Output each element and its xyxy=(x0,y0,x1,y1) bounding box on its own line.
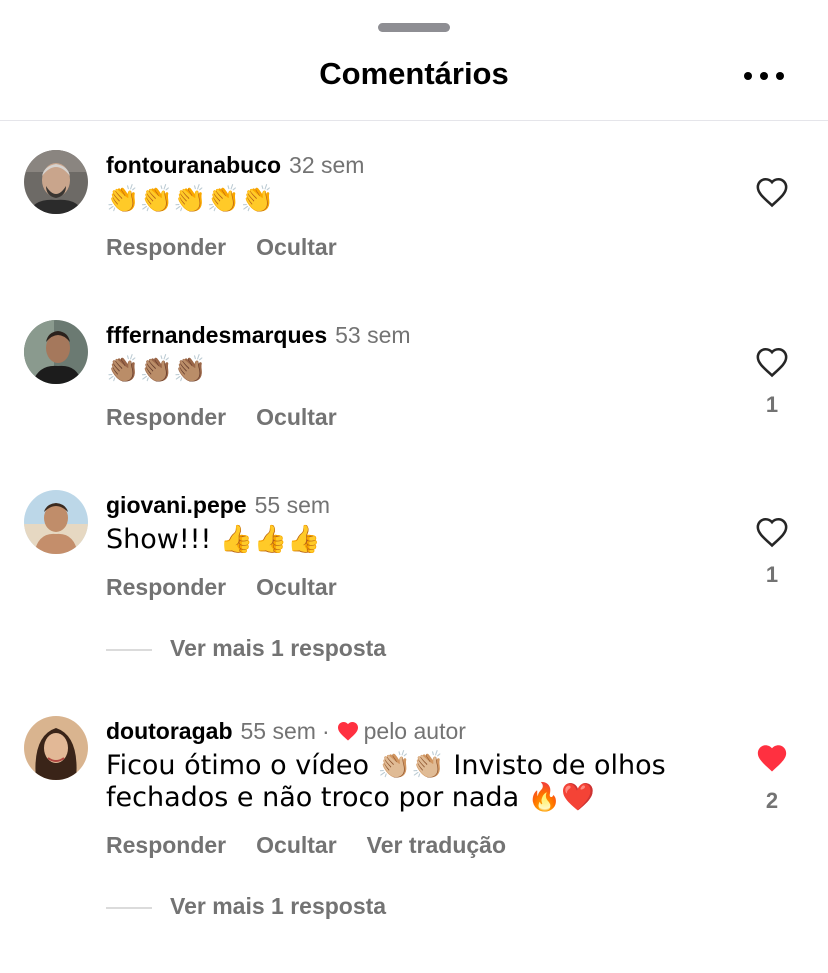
comment-header: doutoragab 55 sem · pelo autor xyxy=(106,716,466,746)
avatar[interactable] xyxy=(24,320,88,384)
username[interactable]: fontouranabuco xyxy=(106,152,281,178)
heart-outline-icon[interactable] xyxy=(755,176,789,208)
comment-actions: Responder Ocultar xyxy=(106,234,367,261)
comment-text: 👏👏👏👏👏 xyxy=(106,184,275,215)
username[interactable]: doutoragab xyxy=(106,718,233,744)
comment-actions: Responder Ocultar Ver tradução xyxy=(106,832,536,859)
reply-divider xyxy=(106,648,152,651)
view-replies-label[interactable]: Ver mais 1 resposta xyxy=(170,635,386,661)
comments-sheet: Comentários fontouranabuco 32 sem 👏👏👏👏👏 R… xyxy=(0,0,828,973)
avatar[interactable] xyxy=(24,716,88,780)
heart-outline-icon[interactable] xyxy=(755,516,789,548)
comment-time: 55 sem xyxy=(254,492,331,518)
reply-divider xyxy=(106,906,152,909)
comment-header: giovani.pepe 55 sem xyxy=(106,490,330,520)
hide-button[interactable]: Ocultar xyxy=(256,832,337,858)
comment-header: fffernandesmarques 53 sem xyxy=(106,320,411,350)
like-button[interactable]: 1 xyxy=(752,346,792,418)
sheet-header: Comentários xyxy=(0,0,828,121)
heart-filled-icon[interactable] xyxy=(755,742,789,774)
comment-text: Show!!! 👍👍👍 xyxy=(106,524,321,555)
comment-text-line: fechados e não troco por nada 🔥❤️ xyxy=(106,782,595,813)
heart-outline-icon[interactable] xyxy=(755,346,789,378)
comment-text: 👏🏽👏🏽👏🏽 xyxy=(106,354,207,385)
like-count: 1 xyxy=(765,392,779,417)
comment-time: 32 sem xyxy=(289,152,365,178)
like-count: 1 xyxy=(765,562,779,587)
more-options-icon[interactable] xyxy=(744,58,784,94)
like-button[interactable] xyxy=(752,176,792,208)
hide-button[interactable]: Ocultar xyxy=(256,234,337,260)
username[interactable]: fffernandesmarques xyxy=(106,322,327,348)
liked-by-author-heart-icon xyxy=(337,722,358,741)
author-badge: pelo autor xyxy=(363,718,466,744)
comment-actions: Responder Ocultar xyxy=(106,404,367,431)
reply-button[interactable]: Responder xyxy=(106,832,226,858)
comment-time: 53 sem xyxy=(335,322,411,348)
like-count: 2 xyxy=(765,788,779,813)
page-title: Comentários xyxy=(319,56,509,91)
avatar[interactable] xyxy=(24,490,88,554)
comment-text-line: Ficou ótimo o vídeo 👏🏼👏🏼 Invisto de olho… xyxy=(106,750,666,781)
hide-button[interactable]: Ocultar xyxy=(256,404,337,430)
translate-button[interactable]: Ver tradução xyxy=(367,832,506,858)
avatar[interactable] xyxy=(24,150,88,214)
meta-separator: · xyxy=(321,718,330,744)
comment-text: Ficou ótimo o vídeo 👏🏼👏🏼 Invisto de olho… xyxy=(106,750,706,814)
view-replies-label[interactable]: Ver mais 1 resposta xyxy=(170,893,386,919)
like-button[interactable]: 2 xyxy=(752,742,792,814)
reply-button[interactable]: Responder xyxy=(106,574,226,600)
reply-button[interactable]: Responder xyxy=(106,404,226,430)
comment-header: fontouranabuco 32 sem xyxy=(106,150,364,180)
comment-time: 55 sem xyxy=(240,718,316,744)
like-button[interactable]: 1 xyxy=(752,516,792,588)
hide-button[interactable]: Ocultar xyxy=(256,574,337,600)
view-replies-button[interactable]: Ver mais 1 resposta xyxy=(106,893,386,920)
view-replies-button[interactable]: Ver mais 1 resposta xyxy=(106,635,386,662)
username[interactable]: giovani.pepe xyxy=(106,492,247,518)
reply-button[interactable]: Responder xyxy=(106,234,226,260)
comment-actions: Responder Ocultar xyxy=(106,574,367,601)
